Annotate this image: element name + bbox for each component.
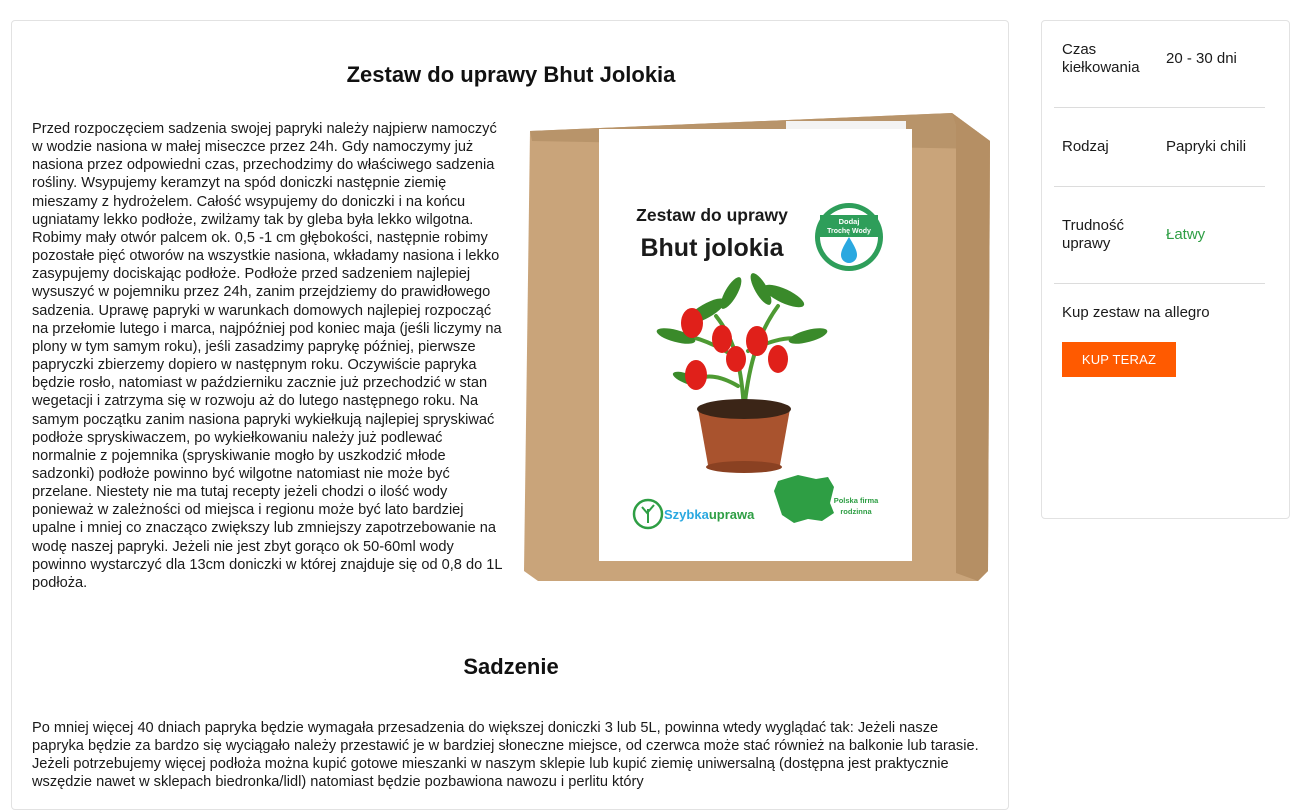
- label-heading-line2: Bhut jolokia: [640, 234, 784, 262]
- page-title: Zestaw do uprawy Bhut Jolokia: [346, 62, 676, 87]
- article-card: Zestaw do uprawy Bhut Jolokia Przed rozp…: [11, 20, 1009, 810]
- firm-text-line2: rodzinna: [840, 507, 872, 516]
- spec-label: Czas kiełkowania: [1062, 41, 1140, 76]
- pot-saucer: [706, 461, 782, 473]
- spec-value: 20 - 30 dni: [1166, 50, 1237, 67]
- label-heading-line1: Zestaw do uprawy: [636, 205, 788, 225]
- firm-text-line1: Polska firma: [834, 496, 879, 505]
- spec-value: Papryki chili: [1166, 138, 1247, 155]
- section-paragraph: Po mniej więcej 40 dniach papryka będzie…: [32, 720, 979, 791]
- spec-divider: [1054, 107, 1265, 108]
- spec-divider: [1054, 186, 1265, 187]
- allegro-label: Kup zestaw na allegro: [1062, 304, 1210, 321]
- product-spec-card: Czas kiełkowania 20 - 30 dni Rodzaj Papr…: [1041, 20, 1290, 519]
- pot-soil: [697, 399, 791, 419]
- spec-label: Trudność uprawy: [1062, 217, 1124, 252]
- brand-logo-text: Szybkauprawa: [664, 507, 755, 522]
- badge-text-line1: Dodaj: [839, 217, 860, 226]
- spec-row-germination: Czas kiełkowania 20 - 30 dni: [1054, 41, 1265, 101]
- buy-now-button[interactable]: KUP TERAZ: [1062, 342, 1176, 377]
- difficulty-value: Łatwy: [1166, 226, 1206, 243]
- spec-row-difficulty: Trudność uprawy Łatwy: [1054, 217, 1265, 257]
- box-side-shade: [952, 113, 990, 581]
- spec-divider: [1054, 283, 1265, 284]
- product-box-image: Zestaw do uprawy Bhut jolokia Dodaj Troc…: [524, 113, 990, 581]
- badge-text-line2: Trochę Wody: [827, 228, 871, 235]
- spec-label: Rodzaj: [1062, 138, 1109, 155]
- section-heading-sadzenie: Sadzenie: [463, 654, 559, 679]
- intro-paragraph: Przed rozpoczęciem sadzenia swojej papry…: [32, 121, 502, 591]
- spec-row-type: Rodzaj Papryki chili: [1054, 138, 1265, 162]
